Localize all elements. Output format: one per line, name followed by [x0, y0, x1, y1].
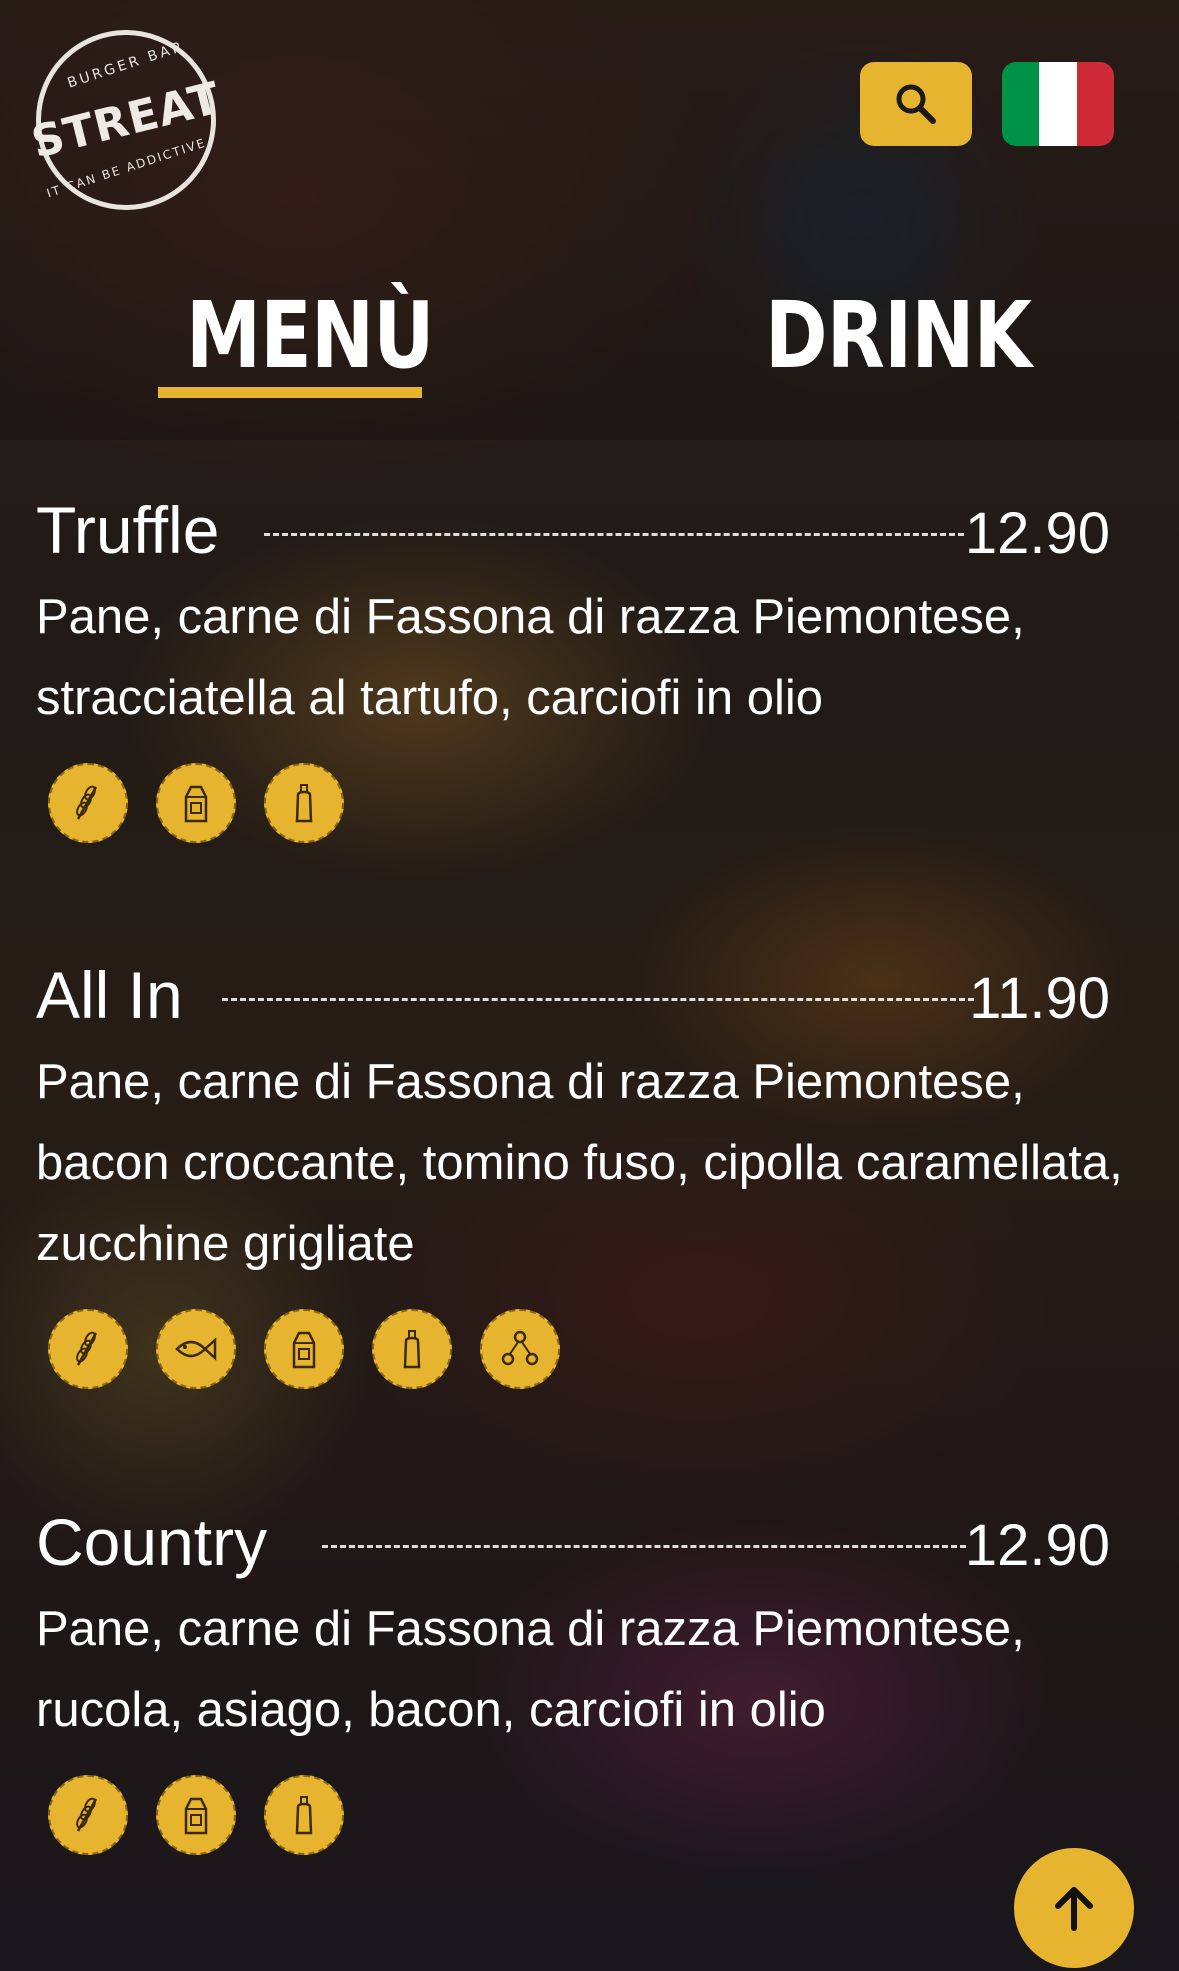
- item-price: 11.90: [969, 966, 1110, 1031]
- allergen-list: [36, 1775, 1136, 1855]
- wheat-icon[interactable]: [48, 1309, 128, 1389]
- language-flag-button[interactable]: [1002, 62, 1114, 146]
- fish-icon[interactable]: [156, 1309, 236, 1389]
- allergen-list: [36, 763, 1136, 843]
- flag-stripe-white: [1039, 62, 1077, 146]
- flag-stripe-green: [1002, 62, 1040, 146]
- item-description: Pane, carne di Fassona di razza Piemonte…: [36, 1055, 1123, 1271]
- dotted-leader: [322, 1545, 966, 1548]
- dotted-leader: [264, 533, 964, 536]
- item-description: Pane, carne di Fassona di razza Piemonte…: [36, 590, 1025, 725]
- search-button[interactable]: [860, 62, 972, 146]
- molecule-icon[interactable]: [480, 1309, 560, 1389]
- item-name: All In: [36, 958, 183, 1032]
- brand-logo[interactable]: BURGER BAR STREAT IT CAN BE ADDICTIVE: [27, 30, 225, 210]
- item-price: 12.90: [964, 501, 1110, 566]
- sauce-bottle-icon[interactable]: [264, 763, 344, 843]
- sauce-bottle-icon[interactable]: [264, 1775, 344, 1855]
- milk-icon[interactable]: [156, 763, 236, 843]
- flag-stripe-red: [1076, 62, 1114, 146]
- tab-menu[interactable]: MENÙ: [186, 290, 435, 382]
- allergen-list: [36, 1309, 1136, 1389]
- menu-item[interactable]: All In 11.90 Pane, carne di Fassona di r…: [36, 960, 1136, 1389]
- tab-drink[interactable]: DRINK: [765, 290, 1032, 382]
- sauce-bottle-icon[interactable]: [372, 1309, 452, 1389]
- search-icon: [896, 84, 936, 124]
- menu-item[interactable]: Truffle 12.90 Pane, carne di Fassona di …: [36, 495, 1136, 843]
- item-price: 12.90: [964, 1513, 1110, 1578]
- scroll-to-top-button[interactable]: [1014, 1848, 1134, 1968]
- dotted-leader: [222, 998, 974, 1001]
- active-tab-underline: [158, 387, 422, 398]
- milk-icon[interactable]: [156, 1775, 236, 1855]
- wheat-icon[interactable]: [48, 763, 128, 843]
- milk-icon[interactable]: [264, 1309, 344, 1389]
- wheat-icon[interactable]: [48, 1775, 128, 1855]
- logo-main-text: STREAT: [26, 71, 226, 169]
- item-name: Truffle: [36, 493, 220, 567]
- item-description: Pane, carne di Fassona di razza Piemonte…: [36, 1602, 1025, 1737]
- arrow-up-icon: [1055, 1887, 1093, 1931]
- menu-item[interactable]: Country 12.90 Pane, carne di Fassona di …: [36, 1507, 1136, 1855]
- item-name: Country: [36, 1505, 268, 1579]
